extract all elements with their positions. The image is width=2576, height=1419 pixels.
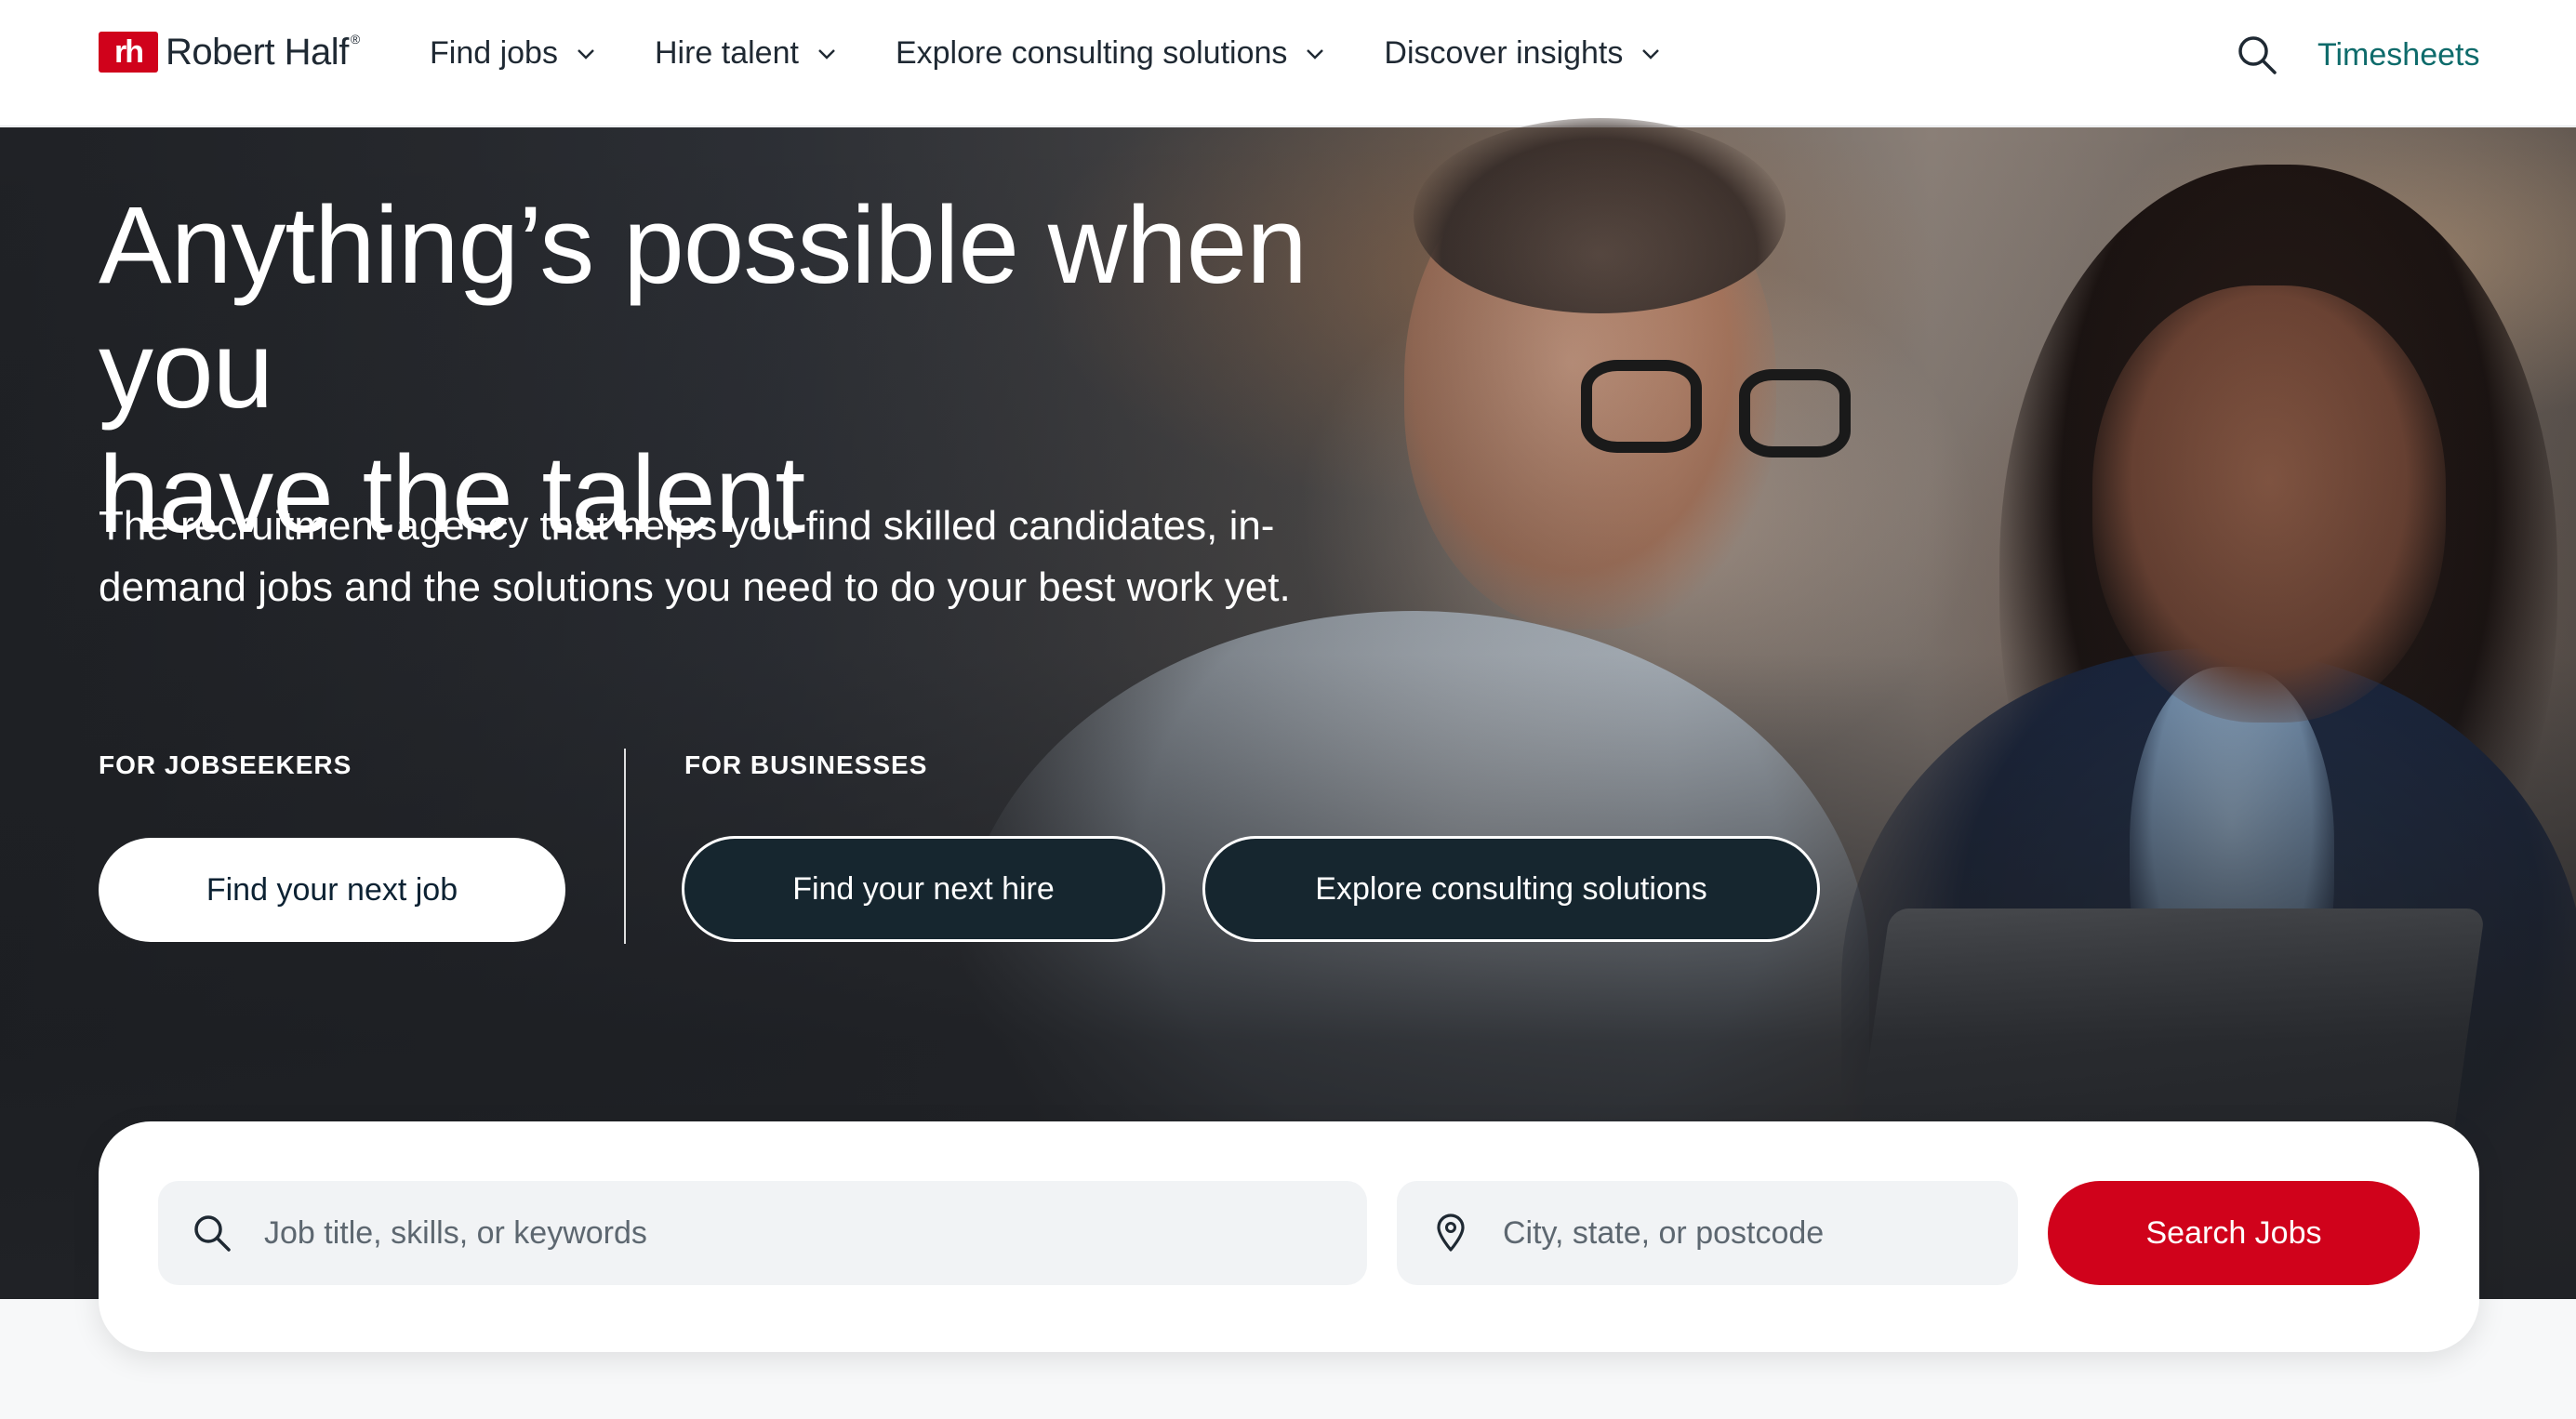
nav-find-jobs[interactable]: Find jobs [430, 35, 597, 72]
location-pin-icon [1437, 1213, 1465, 1252]
search-icon[interactable] [2236, 33, 2278, 76]
main-nav: Find jobs Hire talent Explore consulting… [430, 35, 1720, 72]
search-icon [194, 1215, 231, 1252]
logo-mark: rh [99, 32, 158, 73]
chevron-down-icon [578, 48, 594, 60]
keywords-field[interactable] [158, 1181, 1367, 1285]
location-input[interactable] [1503, 1214, 2018, 1252]
explore-consulting-button[interactable]: Explore consulting solutions [1202, 836, 1820, 942]
segment-divider [624, 749, 626, 944]
chevron-down-icon [818, 48, 835, 60]
find-next-hire-button[interactable]: Find your next hire [682, 836, 1165, 942]
nav-label: Find jobs [430, 35, 558, 71]
nav-explore-consulting[interactable]: Explore consulting solutions [896, 35, 1326, 72]
headline-line: Anything’s possible when you [99, 184, 1308, 431]
subhead-line: demand jobs and the solutions you need t… [99, 564, 1291, 610]
nav-discover-insights[interactable]: Discover insights [1384, 35, 1662, 72]
logo-text: Robert Half ® [166, 31, 360, 73]
robert-half-logo[interactable]: rh Robert Half ® [99, 32, 360, 73]
keywords-input[interactable] [264, 1214, 1367, 1252]
search-jobs-button[interactable]: Search Jobs [2048, 1181, 2420, 1285]
job-search-card: Search Jobs [99, 1121, 2479, 1352]
timesheets-link[interactable]: Timesheets [2317, 37, 2479, 73]
chevron-down-icon [1307, 48, 1324, 60]
for-jobseekers-label: FOR JOBSEEKERS [99, 750, 352, 779]
chevron-down-icon [1642, 48, 1660, 60]
location-field[interactable] [1397, 1181, 2018, 1285]
nav-hire-talent[interactable]: Hire talent [655, 35, 838, 72]
for-businesses-label: FOR BUSINESSES [684, 750, 928, 779]
find-next-job-button[interactable]: Find your next job [99, 838, 565, 942]
hero-subheading: The recruitment agency that helps you fi… [99, 496, 1419, 618]
site-header: rh Robert Half ® Find jobs Hire talent Ex… [0, 0, 2576, 126]
subhead-line: The recruitment agency that helps you fi… [99, 503, 1275, 549]
nav-label: Explore consulting solutions [895, 35, 1288, 71]
nav-label: Discover insights [1384, 35, 1624, 71]
nav-label: Hire talent [654, 35, 799, 71]
